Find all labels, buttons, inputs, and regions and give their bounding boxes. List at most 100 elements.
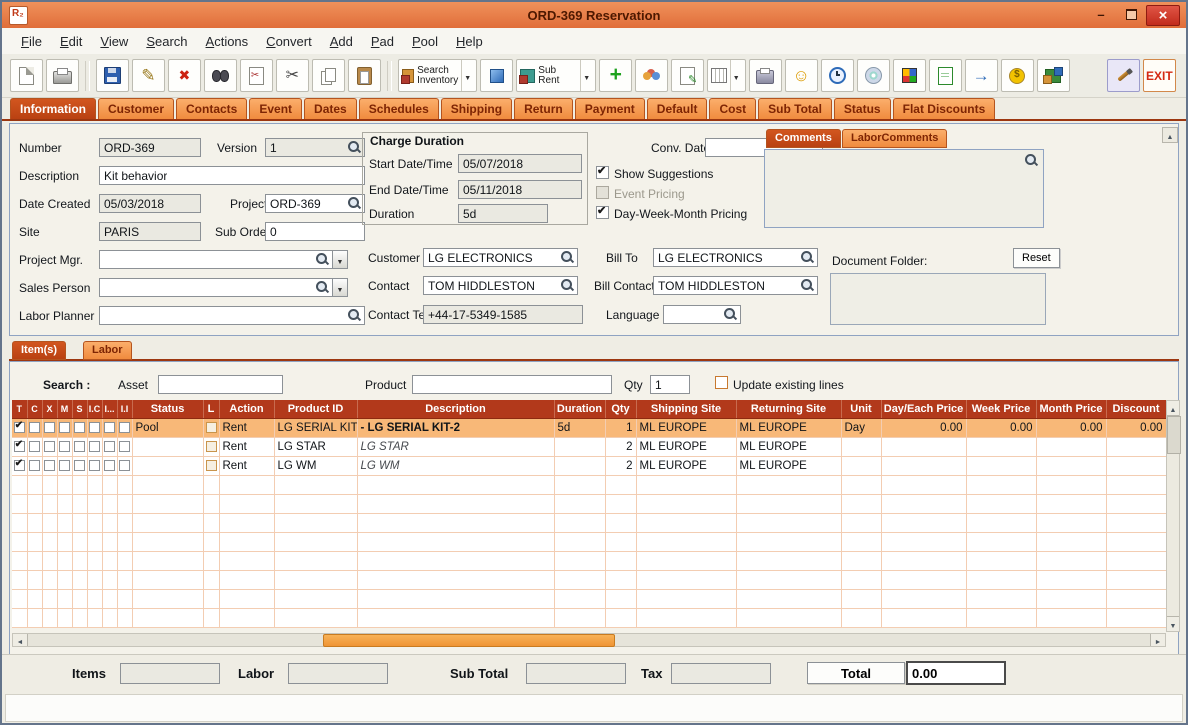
row-checkbox[interactable] [119,460,130,472]
tab-labor[interactable]: Labor [83,341,132,360]
search-inventory-dropdown[interactable] [461,60,473,91]
end-date-field[interactable]: 05/11/2018 [458,180,582,199]
exit-button[interactable]: EXIT [1142,59,1177,92]
paste-button[interactable] [347,59,381,92]
col-l[interactable]: L [203,400,220,419]
col-week-price[interactable]: Week Price [966,400,1037,419]
action-cell[interactable]: Rent [219,456,275,476]
print-button[interactable] [46,59,79,92]
row-checkbox[interactable] [89,422,100,434]
week-price-cell[interactable]: 0.00 [966,418,1037,438]
project-mgr-dropdown[interactable] [332,250,348,269]
col-shipping-site[interactable]: Shipping Site [636,400,737,419]
l-indicator[interactable] [205,441,217,453]
menu-file[interactable]: File [12,30,51,53]
description-cell[interactable]: LG STAR [357,437,555,457]
search-icon[interactable] [801,279,814,292]
planner-grid-button[interactable] [707,59,746,92]
product-id-cell[interactable]: LG STAR [274,437,358,457]
date-created-field[interactable]: 05/03/2018 [99,194,201,213]
money-button[interactable] [1000,59,1034,92]
product-cube-button[interactable] [480,59,514,92]
row-checkbox[interactable] [59,460,70,472]
col-product-id[interactable]: Product ID [274,400,358,419]
tab-flat-discounts[interactable]: Flat Discounts [892,98,996,119]
planner-grid-dropdown[interactable] [729,60,742,91]
qty-cell[interactable]: 1 [605,418,637,438]
search-icon[interactable] [801,251,814,264]
returning-site-cell[interactable]: ML EUROPE [736,418,842,438]
action-cell[interactable]: Rent [219,418,275,438]
row-checkbox[interactable] [89,441,100,453]
sub-rent-button[interactable]: Sub Rent [516,59,597,92]
description-cell[interactable]: - LG SERIAL KIT-2 [357,418,555,438]
search-inventory-button[interactable]: Search Inventory [397,59,478,92]
tab-information[interactable]: Information [10,98,96,119]
asset-input[interactable] [158,375,283,394]
dwm-pricing-checkbox[interactable] [596,204,609,219]
tab-sub-total[interactable]: Sub Total [758,98,832,119]
col-t[interactable]: T [12,400,28,419]
duration-field[interactable]: 5d [458,204,548,223]
reset-button[interactable]: Reset [1013,248,1060,268]
menu-pad[interactable]: Pad [362,30,403,53]
product-input[interactable] [412,375,612,394]
l-indicator[interactable] [205,460,217,472]
sub-orders-field[interactable]: 0 [265,222,365,241]
contact-tel-field[interactable]: +44-17-5349-1585 [423,305,583,324]
table-row[interactable]: Pool Rent LG SERIAL KIT-2 - LG SERIAL KI… [12,418,1167,438]
save-button[interactable] [95,59,129,92]
table-row[interactable]: Rent LG STAR LG STAR 2 ML EUROPE ML EURO… [12,437,1167,457]
scroll-right-button[interactable] [1150,634,1165,646]
row-checkbox[interactable] [104,422,115,434]
hscroll-track[interactable] [28,634,1150,647]
col-discount[interactable]: Discount [1106,400,1167,419]
row-checkbox[interactable] [74,441,85,453]
menu-help[interactable]: Help [447,30,492,53]
cut-order-button[interactable] [239,59,273,92]
col-duration[interactable]: Duration [554,400,606,419]
cut-button[interactable] [275,59,309,92]
vertical-scrollbar[interactable] [1166,400,1181,632]
menu-search[interactable]: Search [137,30,196,53]
wand-button[interactable] [1106,59,1140,92]
row-checkbox[interactable] [104,460,115,472]
time-button[interactable] [820,59,854,92]
row-checkbox[interactable] [59,441,70,453]
status-cell[interactable]: Pool [132,418,204,438]
search-icon[interactable] [348,141,361,154]
add-button[interactable] [599,59,633,92]
product-id-cell[interactable]: LG SERIAL KIT-2 [274,418,358,438]
bill-contact-field[interactable]: TOM HIDDLESTON [653,276,818,295]
month-price-cell[interactable] [1036,456,1107,476]
menu-edit[interactable]: Edit [51,30,91,53]
duration-cell[interactable]: 5d [554,418,606,438]
maximize-button[interactable] [1118,5,1144,24]
edit-button[interactable] [131,59,165,92]
row-checkbox[interactable] [119,441,130,453]
sales-person-dropdown[interactable] [332,278,348,297]
tab-items[interactable]: Item(s) [12,341,67,360]
tab-schedules[interactable]: Schedules [358,98,439,119]
col-c[interactable]: C [27,400,43,419]
duration-cell[interactable] [554,456,606,476]
description-field[interactable]: Kit behavior [99,166,365,185]
row-checkbox[interactable] [74,422,85,434]
row-checkbox[interactable] [29,460,40,472]
tab-status[interactable]: Status [833,98,891,119]
description-cell[interactable]: LG WM [357,456,555,476]
assets-button[interactable] [1036,59,1070,92]
menu-add[interactable]: Add [321,30,362,53]
minimize-button[interactable] [1088,5,1114,24]
copy-button[interactable] [311,59,345,92]
tab-labor-comments[interactable]: LaborComments [842,129,948,148]
row-checkbox[interactable] [13,439,25,453]
tab-comments[interactable]: Comments [766,129,841,148]
menu-view[interactable]: View [91,30,137,53]
crew-button[interactable] [784,59,818,92]
returning-site-cell[interactable]: ML EUROPE [736,456,842,476]
close-button[interactable] [1146,5,1180,26]
show-suggestions-checkbox[interactable] [596,164,609,179]
bill-to-field[interactable]: LG ELECTRONICS [653,248,818,267]
col-month-price[interactable]: Month Price [1036,400,1107,419]
